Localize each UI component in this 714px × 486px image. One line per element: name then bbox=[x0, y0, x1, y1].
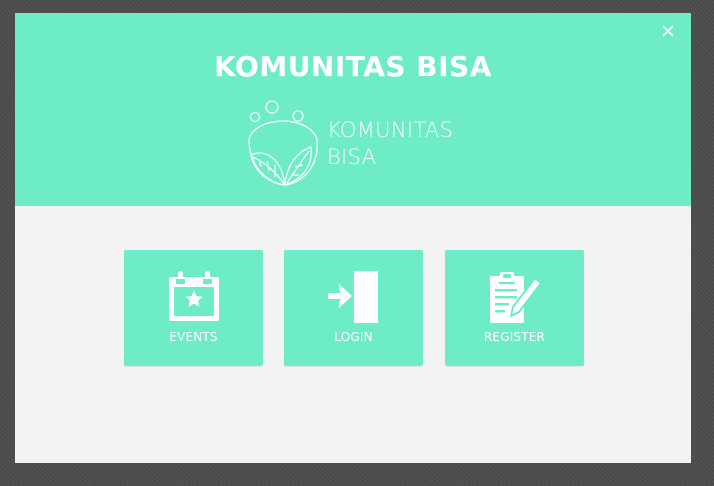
modal-title: KOMUNITAS BISA bbox=[214, 50, 492, 83]
close-button[interactable] bbox=[659, 22, 677, 40]
community-leaf-logo-icon bbox=[248, 100, 318, 186]
clipboard-pen-icon bbox=[489, 272, 542, 323]
logo-text-line1: KOMUNITAS bbox=[327, 118, 454, 142]
register-button[interactable]: REGISTER bbox=[445, 250, 584, 366]
logo-wordmark: KOMUNITAS BISA bbox=[327, 117, 453, 171]
calendar-star-icon bbox=[168, 271, 219, 321]
login-button[interactable]: LOGIN bbox=[284, 250, 423, 366]
events-button[interactable]: EVENTS bbox=[124, 250, 263, 366]
close-icon[interactable] bbox=[659, 22, 677, 40]
modal-header: KOMUNITAS BISA KOMUNITAS BISA bbox=[15, 13, 691, 206]
events-label: EVENTS bbox=[169, 330, 218, 344]
login-door-icon bbox=[327, 271, 378, 323]
komunitas-bisa-logo: KOMUNITAS BISA bbox=[245, 99, 475, 189]
action-tiles: EVENTS LOGIN REGISTER bbox=[124, 250, 585, 367]
register-label: REGISTER bbox=[483, 330, 546, 344]
login-label: LOGIN bbox=[334, 330, 373, 344]
modal-dialog: KOMUNITAS BISA KOMUNITAS BISA EVENTS LOG… bbox=[15, 13, 691, 463]
logo-text-line2: BISA bbox=[327, 145, 377, 169]
